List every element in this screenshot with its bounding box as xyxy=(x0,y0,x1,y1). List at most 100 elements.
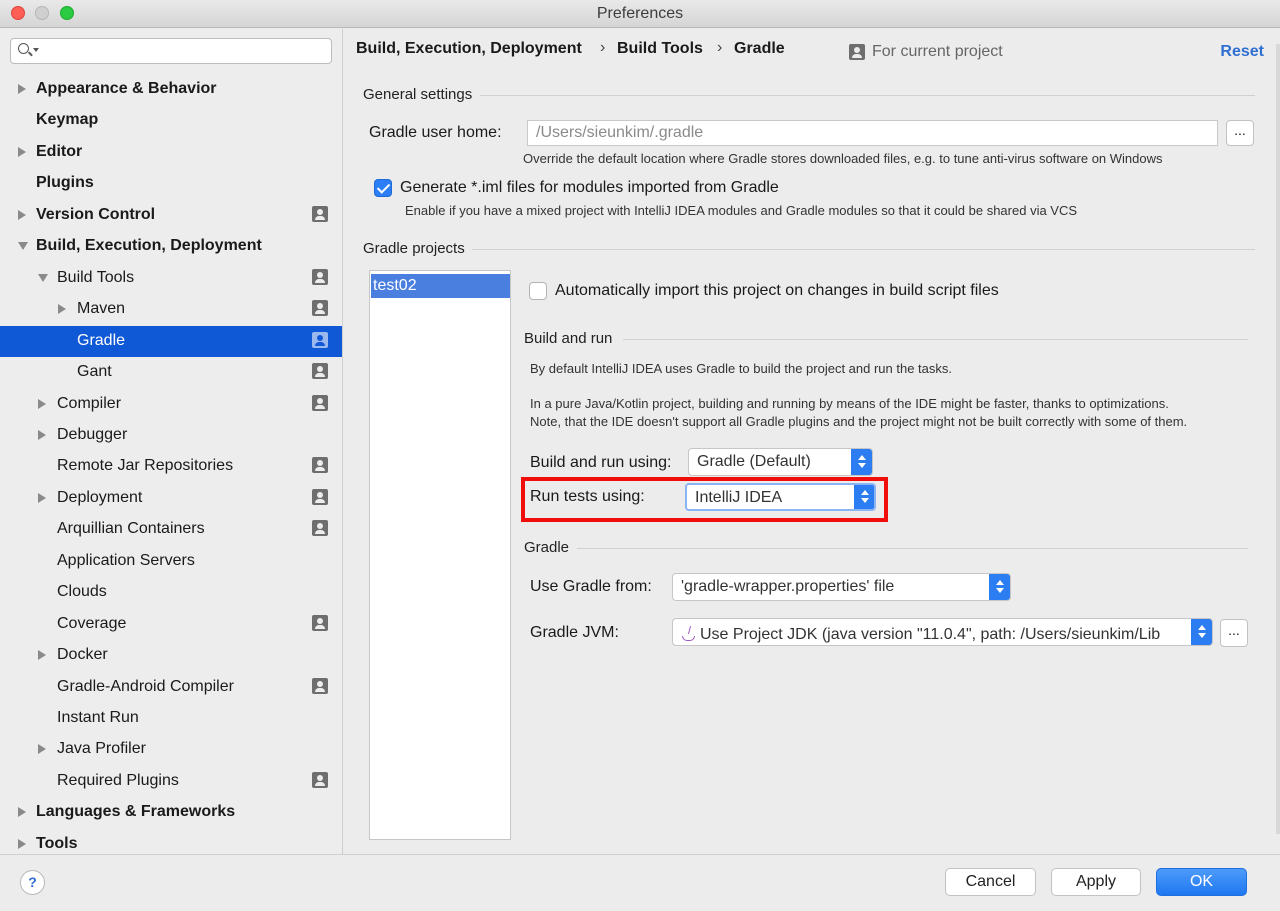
sidebar-item-label: Keymap xyxy=(36,111,99,129)
project-scope-icon xyxy=(312,614,328,631)
dialog-footer: ? Cancel Apply OK xyxy=(0,854,1280,911)
sidebar-item-coverage[interactable]: Coverage xyxy=(0,609,342,640)
apply-button[interactable]: Apply xyxy=(1051,868,1141,896)
chevron-down-icon[interactable] xyxy=(38,273,48,282)
sidebar-item-build-tools[interactable]: Build Tools xyxy=(0,263,342,294)
sidebar-item-deployment[interactable]: Deployment xyxy=(0,483,342,514)
sidebar-item-label: Version Control xyxy=(36,205,156,223)
build-and-run-heading: Build and run xyxy=(524,330,613,347)
sidebar-item-debugger[interactable]: Debugger xyxy=(0,420,342,451)
generate-iml-checkbox[interactable] xyxy=(374,179,392,197)
for-current-project-label: For current project xyxy=(872,43,1003,60)
chevron-right-icon[interactable] xyxy=(18,807,26,818)
sidebar-item-remote-jar-repositories[interactable]: Remote Jar Repositories xyxy=(0,451,342,482)
list-item[interactable]: test02 xyxy=(371,274,510,298)
project-scope-icon xyxy=(312,520,328,537)
chevron-down-icon[interactable] xyxy=(18,242,28,251)
sidebar-item-gradle[interactable]: Gradle xyxy=(0,325,342,357)
sidebar-item-languages-frameworks[interactable]: Languages & Frameworks xyxy=(0,797,342,828)
run-tests-using-label: Run tests using: xyxy=(530,488,645,505)
breadcrumb-item[interactable]: Build, Execution, Deployment xyxy=(356,40,582,58)
run-tests-using-value: IntelliJ IDEA xyxy=(695,489,783,506)
breadcrumb: Build, Execution, Deployment › Build Too… xyxy=(344,29,1280,74)
sidebar-item-label: Required Plugins xyxy=(57,771,179,789)
chevron-right-icon[interactable] xyxy=(18,209,26,220)
ok-button[interactable]: OK xyxy=(1156,868,1247,896)
scrollbar[interactable] xyxy=(1276,44,1280,834)
sidebar-item-label: Build, Execution, Deployment xyxy=(36,237,262,255)
title-bar: Preferences xyxy=(0,0,1280,28)
breadcrumb-item: Gradle xyxy=(734,40,785,57)
chevron-right-icon[interactable] xyxy=(38,744,46,755)
sidebar-item-plugins[interactable]: Plugins xyxy=(0,168,342,199)
chevron-right-icon[interactable] xyxy=(38,650,46,661)
sidebar-item-java-profiler[interactable]: Java Profiler xyxy=(0,734,342,765)
general-settings-heading: General settings xyxy=(363,86,473,103)
sidebar-item-label: Editor xyxy=(36,142,83,160)
sidebar-item-gant[interactable]: Gant xyxy=(0,357,342,388)
sidebar-item-clouds[interactable]: Clouds xyxy=(0,577,342,608)
use-gradle-from-select[interactable]: 'gradle-wrapper.properties' file xyxy=(672,573,1011,601)
browse-user-home-button[interactable]: ... xyxy=(1226,120,1254,146)
sidebar-item-label: Remote Jar Repositories xyxy=(57,457,234,475)
browse-jvm-button[interactable]: ... xyxy=(1220,619,1248,647)
run-tests-using-select[interactable]: IntelliJ IDEA xyxy=(685,483,876,511)
reset-link[interactable]: Reset xyxy=(1220,43,1264,61)
breadcrumb-separator: › xyxy=(600,39,606,56)
chevron-right-icon[interactable] xyxy=(18,84,26,94)
section-divider xyxy=(472,249,1255,250)
gradle-jvm-select[interactable]: Use Project JDK (java version "11.0.4", … xyxy=(672,618,1213,646)
gradle-projects-list[interactable]: test02 xyxy=(369,270,511,840)
sidebar-item-compiler[interactable]: Compiler xyxy=(0,389,342,420)
auto-import-checkbox[interactable] xyxy=(529,282,547,300)
project-scope-icon xyxy=(312,300,328,317)
project-scope-icon xyxy=(312,488,328,505)
build-run-using-select[interactable]: Gradle (Default) xyxy=(688,448,873,476)
sidebar-item-gradle-android-compiler[interactable]: Gradle-Android Compiler xyxy=(0,672,342,703)
sidebar-item-label: Arquillian Containers xyxy=(57,520,205,538)
sidebar-item-arquillian-containers[interactable]: Arquillian Containers xyxy=(0,514,342,545)
chevron-updown-icon xyxy=(989,574,1010,600)
sidebar-item-editor[interactable]: Editor xyxy=(0,137,342,168)
sidebar-item-label: Debugger xyxy=(57,425,128,443)
sidebar-item-label: Tools xyxy=(36,834,78,852)
search-dropdown-icon[interactable] xyxy=(33,48,39,52)
sidebar-item-tools[interactable]: Tools xyxy=(0,829,342,854)
sidebar-item-docker[interactable]: Docker xyxy=(0,640,342,671)
project-scope-icon xyxy=(312,363,328,380)
chevron-updown-icon xyxy=(851,449,872,475)
sidebar-item-label: Instant Run xyxy=(57,709,139,726)
help-button[interactable]: ? xyxy=(20,870,45,895)
sidebar-item-required-plugins[interactable]: Required Plugins xyxy=(0,766,342,797)
breadcrumb-item[interactable]: Build Tools xyxy=(617,40,703,58)
chevron-right-icon[interactable] xyxy=(18,146,26,157)
sidebar-item-build-execution-deployment[interactable]: Build, Execution, Deployment xyxy=(0,231,342,262)
gradle-jvm-label: Gradle JVM: xyxy=(530,624,619,641)
sidebar-item-label: Clouds xyxy=(57,583,107,601)
gradle-user-home-input[interactable]: /Users/sieunkim/.gradle xyxy=(527,120,1218,146)
sidebar-item-label: Languages & Frameworks xyxy=(36,803,236,821)
build-run-using-label: Build and run using: xyxy=(530,454,672,471)
chevron-right-icon[interactable] xyxy=(38,398,46,409)
sidebar-item-appearance-behavior[interactable]: Appearance & Behavior xyxy=(0,74,342,105)
cancel-button[interactable]: Cancel xyxy=(945,868,1036,896)
sidebar-item-keymap[interactable]: Keymap xyxy=(0,105,342,136)
sidebar-item-instant-run[interactable]: Instant Run xyxy=(0,703,342,734)
settings-sidebar: Appearance & Behavior Keymap Editor Plugins… xyxy=(0,29,343,854)
gradle-user-home-label: Gradle user home: xyxy=(369,124,502,141)
chevron-right-icon[interactable] xyxy=(38,492,46,503)
build-run-using-value: Gradle (Default) xyxy=(697,453,811,470)
sidebar-item-application-servers[interactable]: Application Servers xyxy=(0,546,342,577)
project-scope-icon xyxy=(312,205,328,222)
chevron-right-icon[interactable] xyxy=(58,304,66,315)
build-run-description: Note, that the IDE doesn't support all G… xyxy=(530,414,1188,429)
sidebar-item-maven[interactable]: Maven xyxy=(0,294,342,325)
chevron-right-icon[interactable] xyxy=(38,429,46,440)
project-scope-icon xyxy=(312,331,328,348)
generate-iml-hint: Enable if you have a mixed project with … xyxy=(405,203,1078,218)
search-input[interactable] xyxy=(10,38,332,64)
chevron-right-icon[interactable] xyxy=(18,838,26,849)
sidebar-item-label: Appearance & Behavior xyxy=(36,80,217,97)
sidebar-item-version-control[interactable]: Version Control xyxy=(0,200,342,231)
project-scope-icon xyxy=(312,268,328,285)
